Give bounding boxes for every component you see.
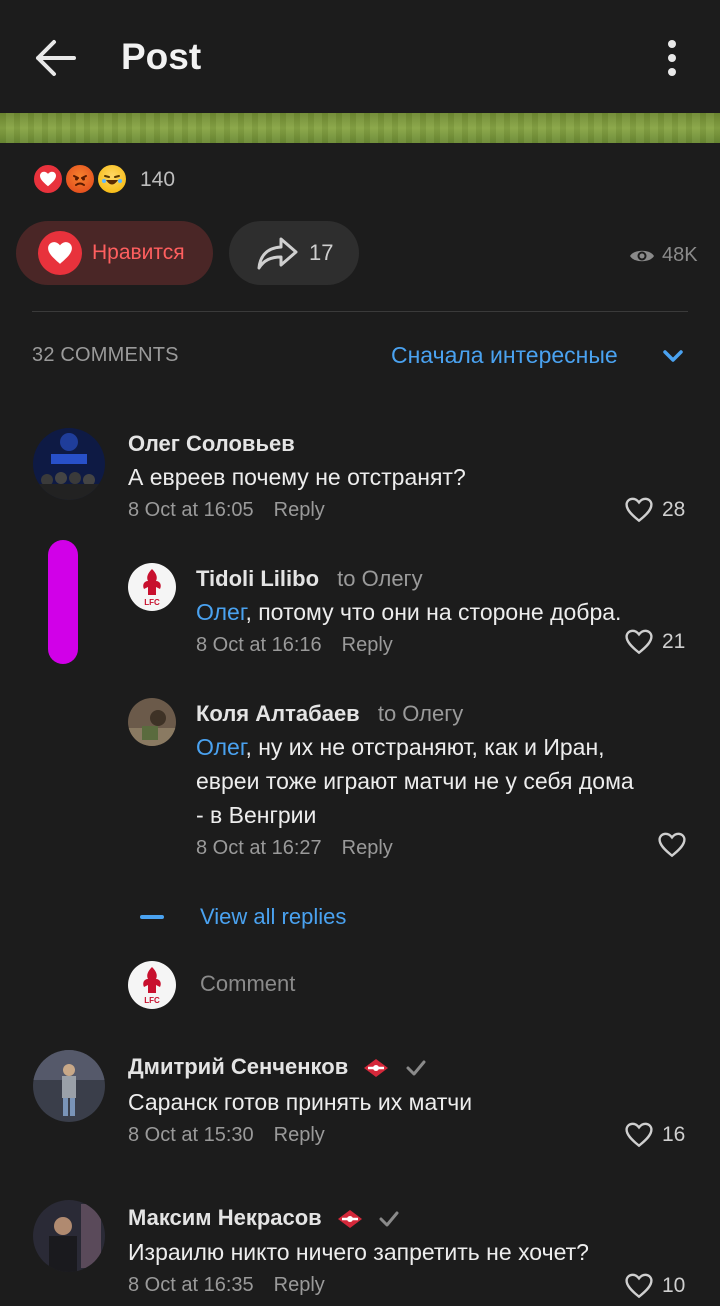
lfc-crest-avatar[interactable]: LFC	[128, 563, 176, 611]
heart-emoji-icon	[32, 163, 64, 195]
like-comment-button[interactable]: 10	[624, 1273, 685, 1299]
like-count: 16	[662, 1123, 686, 1146]
divider	[32, 311, 688, 312]
reply-to: to Олегу	[377, 701, 464, 726]
comment-text: Олег, потому что они на стороне добра.	[196, 599, 622, 625]
page-title: Post	[121, 36, 202, 77]
laughing-emoji-icon	[96, 163, 128, 195]
svg-text:LFC: LFC	[144, 996, 160, 1005]
comment-author[interactable]: Коля Алтабаев	[196, 701, 360, 726]
comment-author[interactable]: Максим Некрасов	[128, 1205, 322, 1230]
comment-date: 8 Oct at 16:16	[196, 634, 322, 656]
sort-dropdown[interactable]: Сначала интересные	[391, 342, 618, 369]
comment-meta: 8 Oct at 16:35 Reply	[128, 1274, 325, 1297]
eye-icon	[630, 250, 654, 261]
mention-link[interactable]: Олег	[196, 599, 245, 625]
svg-text:LFC: LFC	[144, 598, 160, 607]
like-count: 28	[662, 498, 686, 521]
reply-button[interactable]: Reply	[342, 634, 393, 656]
comment-author[interactable]: Дмитрий Сенченков	[128, 1054, 348, 1079]
like-label: Нравится	[92, 241, 185, 264]
comment-author-line: Коля Алтабаев to Олегу	[196, 701, 463, 727]
reaction-count[interactable]: 140	[140, 168, 175, 192]
comment-meta: 8 Oct at 16:27 Reply	[196, 837, 393, 860]
heart-outline-icon	[625, 497, 653, 523]
comment-meta: 8 Oct at 16:16 Reply	[196, 634, 393, 657]
post-image[interactable]	[0, 113, 720, 143]
comment-text: Олег, ну их не отстраняют, как и Иран, е…	[196, 734, 634, 828]
share-button[interactable]: 17	[229, 221, 359, 285]
heart-outline-icon	[658, 832, 686, 858]
comment-date: 8 Oct at 16:27	[196, 837, 322, 859]
avatar[interactable]	[33, 1200, 105, 1272]
highlight-marker	[48, 540, 78, 664]
mention-link[interactable]: Олег	[196, 734, 245, 760]
more-menu-button[interactable]	[660, 38, 684, 78]
comment-author-line: Максим Некрасов	[128, 1205, 400, 1231]
comments-count: 32 COMMENTS	[32, 344, 179, 366]
comment-text: Саранск готов принять их матчи	[128, 1089, 473, 1115]
heart-outline-icon	[625, 1273, 653, 1299]
reply-button[interactable]: Reply	[342, 837, 393, 859]
like-comment-button[interactable]: 16	[624, 1122, 685, 1148]
share-count: 17	[309, 240, 334, 265]
spartak-badge-icon	[362, 1057, 390, 1079]
share-arrow-icon	[257, 237, 298, 270]
comment-text: А евреев почему не отстранят?	[128, 464, 466, 490]
comment-author-line: Дмитрий Сенченков	[128, 1054, 427, 1080]
reply-to: to Олегу	[337, 566, 423, 591]
collapse-dash-icon[interactable]	[140, 915, 164, 919]
comment-text: Израилю никто ничего запретить не хочет?	[128, 1239, 589, 1265]
comment-date: 8 Oct at 16:35	[128, 1274, 254, 1296]
like-count: 21	[662, 630, 686, 653]
heart-outline-icon	[625, 1122, 653, 1148]
comment-author[interactable]: Tidoli Lilibo	[196, 566, 319, 591]
heart-icon	[38, 231, 82, 275]
views-counter: 48K	[628, 244, 698, 267]
spartak-badge-icon	[336, 1208, 364, 1230]
more-vertical-icon	[668, 40, 676, 76]
comment-meta: 8 Oct at 15:30 Reply	[128, 1124, 325, 1147]
like-count: 10	[662, 1274, 686, 1297]
reply-button[interactable]: Reply	[274, 1124, 325, 1146]
like-button[interactable]: Нравится	[16, 221, 213, 285]
view-all-replies-link[interactable]: View all replies	[200, 904, 346, 930]
reply-button[interactable]: Reply	[274, 499, 325, 521]
top-bar	[0, 0, 720, 113]
heart-outline-icon	[625, 629, 653, 655]
chevron-down-icon[interactable]	[660, 346, 686, 366]
reply-button[interactable]: Reply	[274, 1274, 325, 1296]
verified-check-icon	[378, 1210, 400, 1228]
comment-author[interactable]: Олег Соловьев	[128, 431, 295, 457]
verified-check-icon	[405, 1059, 427, 1077]
like-comment-button[interactable]	[657, 832, 695, 858]
comment-author-line: Tidoli Lilibo to Олегу	[196, 566, 423, 592]
comment-date: 8 Oct at 16:05	[128, 499, 254, 521]
avatar[interactable]	[33, 1050, 105, 1122]
like-comment-button[interactable]: 21	[624, 629, 685, 655]
like-comment-button[interactable]: 28	[624, 497, 685, 523]
avatar[interactable]	[33, 428, 105, 500]
comment-input[interactable]: Comment	[200, 971, 295, 997]
back-button[interactable]	[30, 36, 82, 80]
avatar[interactable]	[128, 698, 176, 746]
comment-meta: 8 Oct at 16:05 Reply	[128, 499, 325, 522]
comment-date: 8 Oct at 15:30	[128, 1124, 254, 1146]
views-count: 48K	[662, 244, 698, 266]
lfc-crest-avatar: LFC	[128, 961, 176, 1009]
angry-emoji-icon	[64, 163, 96, 195]
arrow-left-icon	[36, 40, 76, 76]
